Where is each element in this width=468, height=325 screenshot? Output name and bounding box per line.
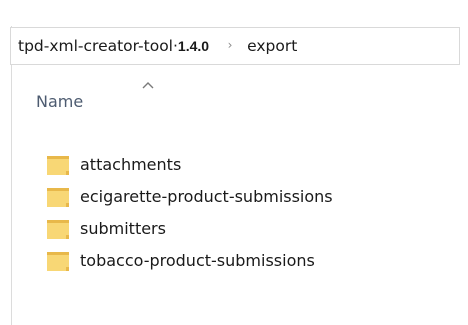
list-item-label: tobacco-product-submissions xyxy=(80,250,315,270)
file-list: attachments ecigarette-product-submissio… xyxy=(46,148,456,276)
breadcrumb-root-name: tpd-xml-creator-tool· xyxy=(18,37,178,55)
list-item[interactable]: tobacco-product-submissions xyxy=(46,244,456,276)
file-explorer-window: tpd-xml-creator-tool· 1.4.0 › export Name… xyxy=(0,0,468,325)
list-item[interactable]: attachments xyxy=(46,148,456,180)
list-item[interactable]: submitters xyxy=(46,212,456,244)
folder-icon xyxy=(47,220,69,239)
folder-icon xyxy=(47,188,69,207)
list-item-label: submitters xyxy=(80,218,166,238)
sort-up-chevron-icon xyxy=(142,82,154,89)
address-bar[interactable]: tpd-xml-creator-tool· 1.4.0 › export xyxy=(10,27,460,65)
folder-icon xyxy=(47,252,69,271)
breadcrumb-root-version: 1.4.0 xyxy=(177,38,210,54)
breadcrumb-separator-icon[interactable]: › xyxy=(223,38,237,52)
breadcrumb-root[interactable]: tpd-xml-creator-tool· 1.4.0 xyxy=(11,37,209,55)
column-header-name[interactable]: Name xyxy=(36,92,83,111)
list-item[interactable]: ecigarette-product-submissions xyxy=(46,180,456,212)
list-item-label: ecigarette-product-submissions xyxy=(80,186,333,206)
pane-divider xyxy=(11,26,12,325)
list-item-label: attachments xyxy=(80,154,182,174)
breadcrumb-current[interactable]: export xyxy=(247,37,297,55)
folder-icon xyxy=(47,156,69,175)
